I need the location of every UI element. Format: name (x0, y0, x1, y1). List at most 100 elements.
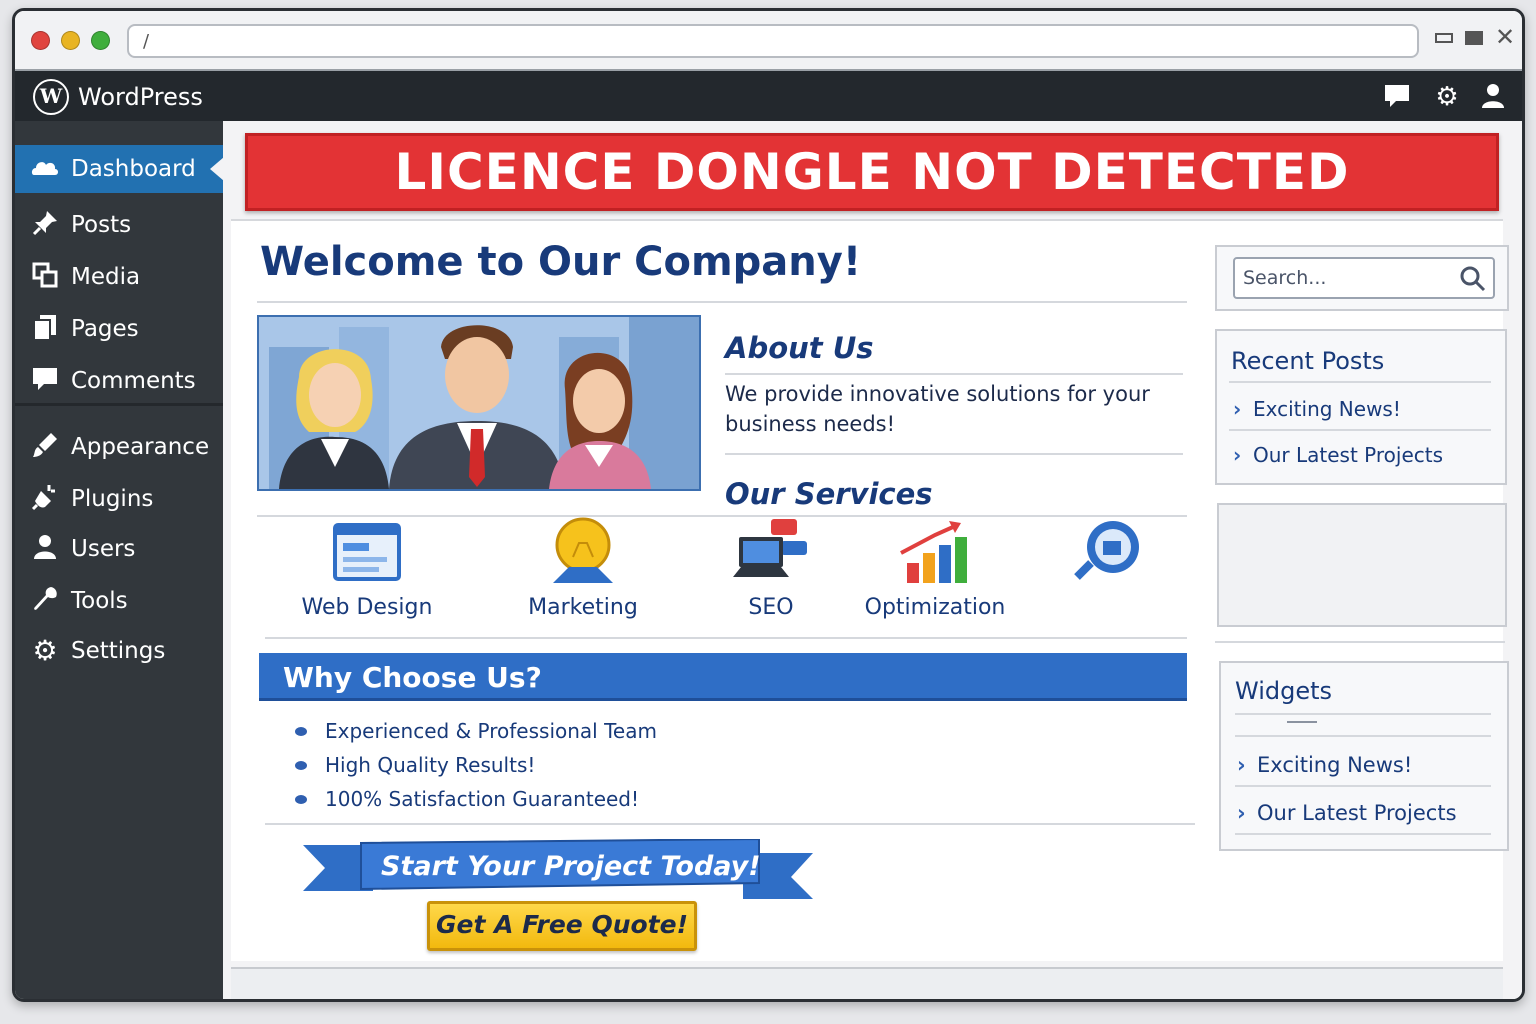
divider (1229, 429, 1491, 431)
services-title: Our Services (725, 477, 933, 511)
browser-window: / ✕ W WordPress ⚙ Dashboard Posts Media … (12, 8, 1525, 1002)
comment-icon[interactable] (1381, 81, 1413, 113)
team-photo (257, 315, 701, 491)
why-banner: Why Choose Us? (259, 653, 1187, 701)
divider (1287, 721, 1317, 723)
wrench-icon (29, 585, 61, 617)
service-magnifier[interactable] (1031, 517, 1191, 627)
service-web-design[interactable]: Web Design (287, 517, 447, 627)
recent-post-link[interactable]: › Exciting News! (1233, 397, 1401, 421)
widget-link[interactable]: › Exciting News! (1237, 753, 1412, 777)
gear-icon: ⚙ (32, 634, 58, 667)
sidebar-item-label: Settings (71, 638, 166, 664)
widget-link[interactable]: › Our Latest Projects (1237, 801, 1457, 825)
service-label: Optimization (864, 595, 1006, 620)
why-title: Why Choose Us? (283, 661, 542, 694)
search-icon[interactable] (1459, 265, 1487, 293)
site-brand[interactable]: WordPress (78, 83, 203, 111)
main-content: LICENCE DONGLE NOT DETECTED Welcome to O… (223, 121, 1522, 999)
divider (257, 301, 1187, 303)
brush-icon (29, 431, 61, 463)
sidebar-item-pages[interactable]: Pages (15, 305, 223, 353)
gear-icon[interactable]: ⚙ (1431, 81, 1463, 113)
sidebar-item-dashboard[interactable]: Dashboard (15, 145, 224, 193)
sidebar-item-label: Users (71, 536, 136, 562)
sidebar-item-label: Media (71, 264, 141, 290)
user-icon (29, 533, 61, 565)
bar-chart-icon (895, 517, 975, 587)
free-quote-button[interactable]: Get A Free Quote! (427, 901, 697, 951)
magnifier-icon (1071, 517, 1151, 587)
sidebar-item-plugins[interactable]: Plugins (15, 475, 223, 523)
service-label: Web Design (301, 595, 433, 620)
cta-ribbon-text: Start Your Project Today! (381, 851, 761, 882)
sidebar-item-tools[interactable]: Tools (15, 577, 223, 625)
bullet-icon (295, 727, 307, 736)
user-icon[interactable] (1477, 81, 1509, 113)
sidebar-separator (15, 403, 223, 406)
divider (725, 373, 1183, 375)
recent-posts-widget: Recent Posts › Exciting News! › Our Latest… (1215, 329, 1507, 485)
sidebar-item-label: Posts (71, 212, 132, 238)
sidebar-item-label: Tools (71, 588, 128, 614)
search-input[interactable] (1243, 265, 1453, 291)
sidebar-item-label: Dashboard (71, 156, 196, 182)
footer-strip (231, 967, 1503, 999)
sidebar-item-settings[interactable]: ⚙ Settings (15, 627, 223, 675)
divider (1235, 833, 1491, 835)
sidebar-item-label: Appearance (71, 434, 210, 460)
address-text: / (143, 31, 150, 52)
sidebar-item-label: Plugins (71, 486, 154, 512)
divider (1235, 735, 1491, 737)
sidebar-item-comments[interactable]: Comments (15, 357, 223, 405)
close-window-button[interactable] (31, 31, 50, 50)
chevron-right-icon: › (1237, 753, 1246, 777)
minimize-window-button[interactable] (61, 31, 80, 50)
browser-title-bar: / ✕ (15, 11, 1522, 71)
service-marketing[interactable]: Marketing (503, 517, 663, 627)
widgets-panel: Widgets › Exciting News! › Our Latest Proj… (1219, 661, 1509, 851)
divider (1235, 713, 1491, 715)
sidebar-item-appearance[interactable]: Appearance (15, 423, 223, 471)
restore-icon[interactable] (1465, 27, 1483, 53)
search-field-wrap (1233, 257, 1495, 299)
address-bar[interactable]: / (127, 24, 1419, 58)
service-label: Marketing (528, 595, 638, 620)
divider (265, 823, 1195, 825)
recent-posts-title: Recent Posts (1231, 347, 1385, 375)
chevron-right-icon: › (1237, 801, 1246, 825)
site-page: Welcome to Our Company! About Us We prov… (231, 219, 1509, 961)
sidebar-item-label: Pages (71, 316, 139, 342)
minimize-icon[interactable] (1435, 27, 1453, 53)
comment-icon (29, 365, 61, 397)
search-widget (1215, 245, 1509, 311)
licence-alert-banner: LICENCE DONGLE NOT DETECTED (245, 133, 1499, 211)
wordpress-logo-icon[interactable]: W (33, 79, 69, 115)
close-icon[interactable]: ✕ (1495, 23, 1515, 51)
about-title: About Us (725, 331, 874, 365)
service-seo[interactable]: SEO (691, 517, 851, 627)
sidebar-item-media[interactable]: Media (15, 253, 223, 301)
maximize-window-button[interactable] (91, 31, 110, 50)
divider (725, 453, 1183, 455)
divider (1229, 381, 1491, 383)
sidebar-item-posts[interactable]: Posts (15, 201, 223, 249)
chevron-right-icon: › (1233, 443, 1242, 467)
recent-post-link[interactable]: › Our Latest Projects (1233, 443, 1443, 467)
divider (1235, 785, 1491, 787)
divider (1215, 641, 1505, 643)
about-text: We provide innovative solutions for your… (725, 382, 1150, 436)
divider (265, 637, 1187, 639)
service-label: SEO (748, 595, 794, 620)
sidebar-item-users[interactable]: Users (15, 525, 223, 573)
lightbulb-icon (543, 517, 623, 587)
chevron-right-icon: › (1233, 397, 1242, 421)
dashboard-icon (29, 153, 61, 185)
admin-sidebar: Dashboard Posts Media Pages Comments App… (15, 121, 224, 999)
widgets-title: Widgets (1235, 677, 1333, 705)
bullet-icon (295, 761, 307, 770)
empty-widget-area (1217, 503, 1507, 627)
computer-icon (731, 517, 811, 587)
service-optimization[interactable]: Optimization (855, 517, 1015, 627)
bullet-icon (295, 795, 307, 804)
